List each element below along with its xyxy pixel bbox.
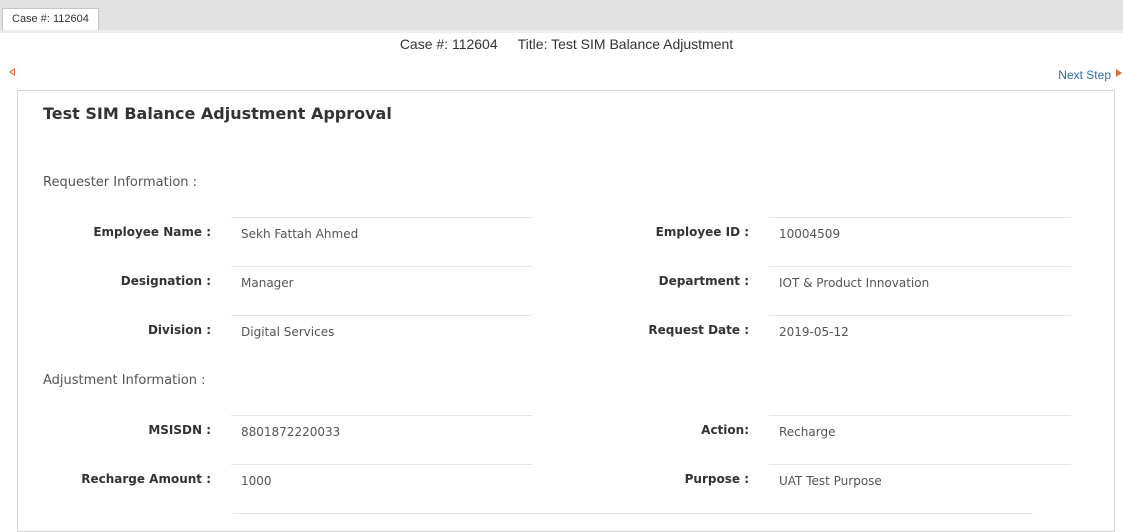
- designation-value: Manager: [231, 266, 533, 306]
- next-step-link[interactable]: Next Step: [1058, 67, 1111, 83]
- purpose-label: Purpose :: [684, 472, 749, 486]
- tab-divider: [0, 30, 1123, 33]
- employee-name-label: Employee Name :: [93, 225, 211, 239]
- recharge-amount-label: Recharge Amount :: [81, 472, 211, 486]
- action-label: Action:: [701, 423, 749, 437]
- next-step-arrow-icon[interactable]: [1116, 69, 1122, 77]
- department-label: Department :: [658, 274, 749, 288]
- request-date-value: 2019-05-12: [769, 315, 1071, 355]
- case-title: Title: Test SIM Balance Adjustment: [517, 36, 734, 52]
- employee-id-value: 10004509: [769, 217, 1071, 257]
- section-adjustment-info: Adjustment Information :: [43, 373, 206, 388]
- case-number: Case #: 112604: [399, 36, 498, 52]
- tab-bar: Case #: 112604: [0, 0, 1123, 31]
- previous-step-arrow-icon[interactable]: [9, 68, 15, 76]
- employee-name-value: Sekh Fattah Ahmed: [231, 217, 533, 257]
- section-requester-info: Requester Information :: [43, 175, 198, 190]
- request-date-label: Request Date :: [648, 323, 749, 337]
- designation-label: Designation :: [120, 274, 211, 288]
- form-panel: Test SIM Balance Adjustment Approval Req…: [17, 90, 1115, 532]
- department-value: IOT & Product Innovation: [769, 266, 1071, 306]
- form-title: Test SIM Balance Adjustment Approval: [43, 104, 392, 123]
- msisdn-label: MSISDN :: [148, 423, 211, 437]
- division-label: Division :: [147, 323, 211, 337]
- recharge-amount-value: 1000: [231, 464, 533, 504]
- case-header: Case #: 112604 Title: Test SIM Balance Ad…: [0, 35, 1123, 53]
- msisdn-value: 8801872220033: [231, 415, 533, 455]
- tab-case[interactable]: Case #: 112604: [2, 8, 99, 30]
- field-divider: [233, 513, 1033, 514]
- division-value: Digital Services: [231, 315, 533, 355]
- employee-id-label: Employee ID :: [655, 225, 749, 239]
- action-value: Recharge: [769, 415, 1071, 455]
- purpose-value: UAT Test Purpose: [769, 464, 1071, 504]
